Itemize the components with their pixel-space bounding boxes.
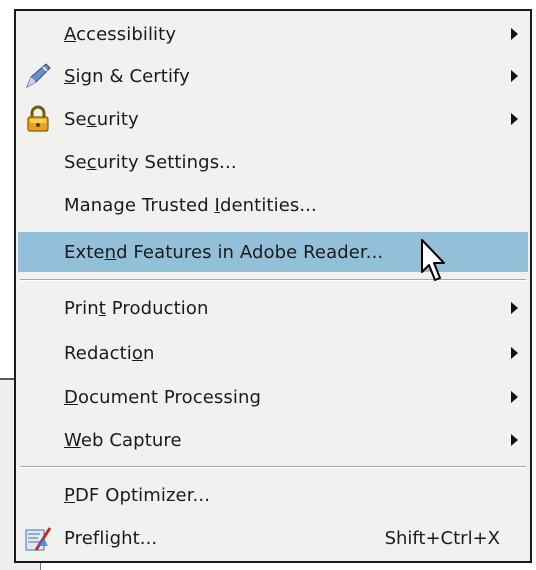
menu-item-label: Print Production xyxy=(64,297,209,319)
menu-item-extend-features[interactable]: Extend Features in Adobe Reader... xyxy=(18,232,528,272)
menu-item-pdf-optimizer[interactable]: PDF Optimizer... xyxy=(18,475,528,515)
submenu-arrow-icon xyxy=(511,28,518,40)
menu-item-security[interactable]: Security xyxy=(18,99,528,139)
menu-item-label: Redaction xyxy=(64,342,155,364)
menu-item-label: Manage Trusted Identities... xyxy=(64,194,317,216)
menu-separator xyxy=(20,466,526,468)
menu-item-label: Sign & Certify xyxy=(64,65,190,87)
preflight-icon xyxy=(24,524,52,552)
menu-item-manage-trusted-identities[interactable]: Manage Trusted Identities... xyxy=(18,185,528,225)
menu-item-document-processing[interactable]: Document Processing xyxy=(18,377,528,417)
context-menu: Accessibility Sign & Certify Security Se… xyxy=(14,9,532,563)
lock-icon xyxy=(24,105,52,133)
menu-item-sign-certify[interactable]: Sign & Certify xyxy=(18,56,528,96)
shortcut-label: Shift+Ctrl+X xyxy=(384,527,500,549)
menu-item-print-production[interactable]: Print Production xyxy=(18,288,528,328)
menu-item-label: Accessibility xyxy=(64,23,177,45)
pen-icon xyxy=(24,62,52,90)
submenu-arrow-icon xyxy=(511,391,518,403)
menu-item-security-settings[interactable]: Security Settings... xyxy=(18,142,528,182)
menu-item-web-capture[interactable]: Web Capture xyxy=(18,420,528,460)
menu-item-label: Document Processing xyxy=(64,386,261,408)
menu-item-label: Security xyxy=(64,108,139,130)
menu-item-accessibility[interactable]: Accessibility xyxy=(18,14,528,54)
menu-item-label: Security Settings... xyxy=(64,151,237,173)
mouse-pointer-icon xyxy=(421,239,445,281)
menu-item-redaction[interactable]: Redaction xyxy=(18,333,528,373)
submenu-arrow-icon xyxy=(511,347,518,359)
submenu-arrow-icon xyxy=(511,70,518,82)
submenu-arrow-icon xyxy=(511,434,518,446)
menu-separator xyxy=(20,279,526,281)
menu-item-label: Web Capture xyxy=(64,429,182,451)
submenu-arrow-icon xyxy=(511,113,518,125)
menu-item-label: Preflight... xyxy=(64,527,158,549)
menu-item-label: Extend Features in Adobe Reader... xyxy=(64,241,384,263)
submenu-arrow-icon xyxy=(511,302,518,314)
menu-item-label: PDF Optimizer... xyxy=(64,484,211,506)
menu-item-preflight[interactable]: Preflight... Shift+Ctrl+X xyxy=(18,518,528,558)
